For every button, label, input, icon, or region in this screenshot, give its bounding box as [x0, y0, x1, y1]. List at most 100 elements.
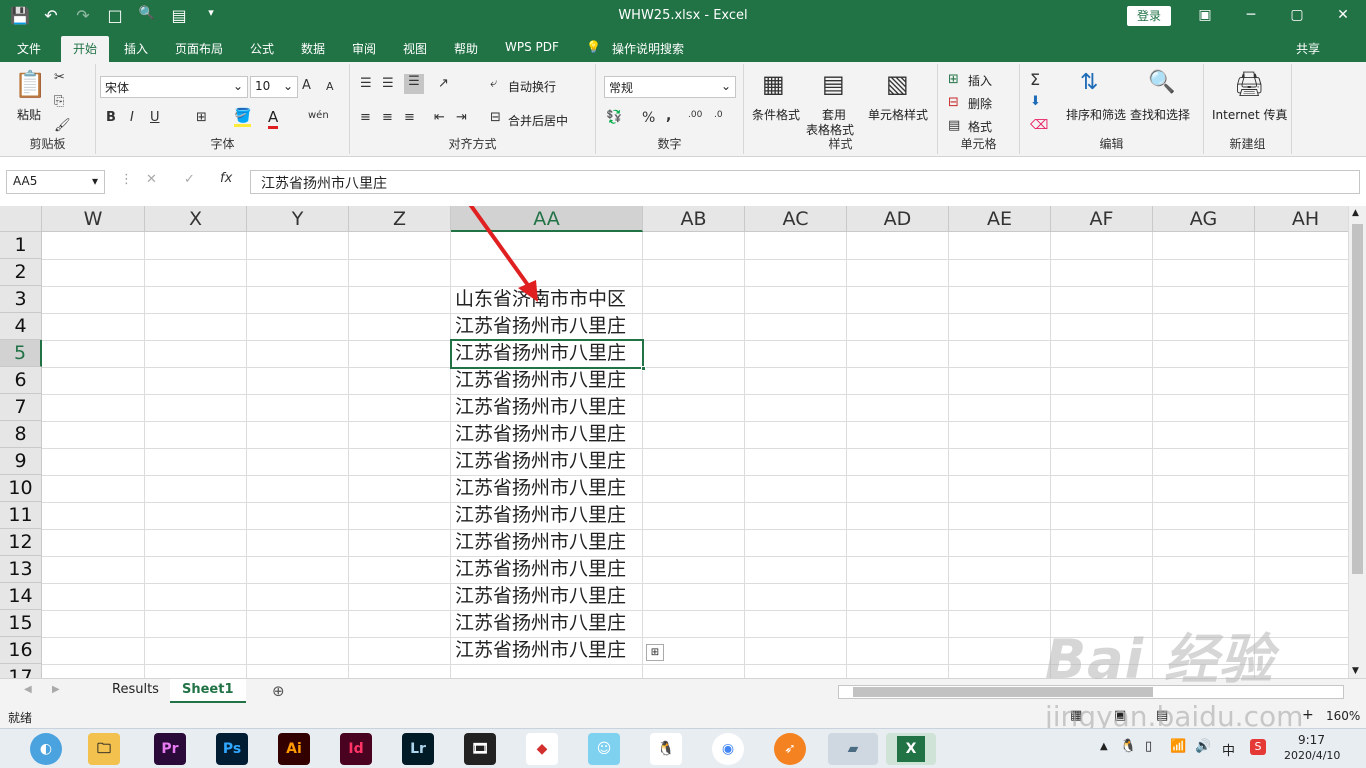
scroll-down-icon[interactable]: ▼ [1352, 666, 1359, 676]
align-top-icon[interactable]: ☰ [360, 76, 372, 91]
photoshop-icon[interactable]: Ps [216, 733, 248, 765]
tab-page-layout[interactable]: 页面布局 [175, 40, 223, 57]
chat-app-icon[interactable]: ☺ [588, 733, 620, 765]
fax-icon[interactable]: 🖨 [1234, 70, 1264, 98]
video-editor-icon[interactable]: 🎞 [464, 733, 496, 765]
tab-data[interactable]: 数据 [301, 40, 325, 57]
font-color-icon[interactable]: A [268, 108, 279, 129]
font-size-select[interactable]: 10 ⌄ [250, 76, 298, 98]
tray-qq-icon[interactable]: 🐧 [1120, 739, 1136, 754]
lightroom-icon[interactable]: Lr [402, 733, 434, 765]
tray-ime-indicator[interactable]: 中 [1222, 740, 1235, 759]
cell-styles-icon[interactable]: ▧ [886, 70, 909, 98]
excel-taskbar-icon[interactable]: X [886, 733, 936, 765]
qq-icon[interactable]: 🐧 [650, 733, 682, 765]
start-orb-icon[interactable]: ◐ [30, 733, 62, 765]
cell-styles-button[interactable]: 单元格样式 [868, 106, 928, 123]
italic-button[interactable]: I [130, 110, 134, 125]
find-select-button[interactable]: 查找和选择 [1130, 106, 1190, 123]
phonetic-icon[interactable]: wén [308, 110, 329, 121]
tab-wps-pdf[interactable]: WPS PDF [505, 40, 559, 54]
internet-fax-button[interactable]: Internet 传真 [1212, 106, 1287, 123]
next-sheet-icon[interactable]: ▶ [52, 684, 60, 695]
tab-formulas[interactable]: 公式 [250, 40, 274, 57]
tab-home[interactable]: 开始 [61, 36, 110, 62]
file-explorer-icon[interactable]: 🗀 [88, 733, 120, 765]
bold-button[interactable]: B [106, 110, 116, 125]
indesign-icon[interactable]: Id [340, 733, 372, 765]
sheet-tab-sheet1[interactable]: Sheet1 [170, 679, 246, 703]
format-painter-icon[interactable]: 🖌 [54, 118, 71, 133]
minimize-button[interactable]: ─ [1228, 0, 1274, 30]
share-button[interactable]: 共享 [1296, 40, 1320, 57]
insert-cells-button[interactable]: 插入 [968, 72, 992, 89]
copy-icon[interactable]: ⎘ [54, 94, 64, 109]
percent-button[interactable]: % [642, 110, 655, 126]
tray-expand-icon[interactable]: ▲ [1100, 741, 1108, 752]
conditional-format-icon[interactable]: ▦ [762, 70, 785, 98]
tell-me-search[interactable]: 操作说明搜索 [612, 40, 684, 57]
cut-icon[interactable]: ✂ [54, 70, 65, 85]
zoom-in-icon[interactable]: + [1302, 707, 1314, 723]
increase-indent-icon[interactable]: ⇥ [456, 110, 467, 125]
paste-button[interactable]: 粘贴 [17, 106, 41, 123]
tab-help[interactable]: 帮助 [454, 40, 478, 57]
ribbon-display-icon[interactable]: ▣ [1182, 0, 1228, 30]
align-right-icon[interactable]: ≡ [404, 110, 415, 125]
cancel-icon[interactable]: ✕ [146, 172, 157, 187]
format-cells-icon[interactable]: ▤ [948, 118, 960, 133]
vertical-scrollbar[interactable]: ▲ ▼ [1348, 206, 1366, 678]
find-select-icon[interactable]: 🔍 [1148, 70, 1175, 95]
app-icon[interactable]: ◆ [526, 733, 558, 765]
orientation-icon[interactable]: ↗ [438, 76, 449, 91]
delete-cells-button[interactable]: 删除 [968, 95, 992, 112]
tray-battery-icon[interactable]: ▯ [1145, 739, 1152, 754]
autosum-icon[interactable]: Σ [1030, 70, 1040, 89]
tab-file[interactable]: 文件 [17, 40, 41, 57]
grow-font-icon[interactable]: A [302, 78, 311, 93]
sheet-tab-results[interactable]: Results [100, 679, 171, 703]
clock-time[interactable]: 9:17 [1298, 733, 1325, 747]
conditional-format-button[interactable]: 条件格式 [752, 106, 800, 123]
login-button[interactable]: 登录 [1127, 6, 1171, 26]
underline-button[interactable]: U [150, 110, 160, 125]
tray-network-icon[interactable]: 📶 [1170, 739, 1186, 754]
merge-center-button[interactable]: 合并后居中 [508, 112, 568, 129]
format-cells-button[interactable]: 格式 [968, 118, 992, 135]
decrease-decimal-icon[interactable]: .0 [714, 110, 723, 120]
sort-filter-button[interactable]: 排序和筛选 [1066, 106, 1126, 123]
number-format-select[interactable]: 常规 ⌄ [604, 76, 736, 98]
font-name-select[interactable]: 宋体 ⌄ [100, 76, 248, 98]
sort-filter-icon[interactable]: ⇅ [1080, 70, 1098, 95]
delete-cells-icon[interactable]: ⊟ [948, 95, 959, 110]
name-box[interactable]: AA5 ▾ [6, 170, 105, 194]
wrap-text-icon[interactable]: ⤶ [490, 76, 497, 91]
tray-volume-icon[interactable]: 🔊 [1195, 739, 1211, 754]
decrease-indent-icon[interactable]: ⇤ [434, 110, 445, 125]
comma-button[interactable]: , [666, 108, 671, 124]
tab-review[interactable]: 审阅 [352, 40, 376, 57]
paste-icon[interactable]: 📋 [14, 70, 46, 100]
enter-icon[interactable]: ✓ [184, 172, 195, 187]
tab-view[interactable]: 视图 [403, 40, 427, 57]
increase-decimal-icon[interactable]: .00 [688, 110, 702, 120]
clear-icon[interactable]: ⌫ [1030, 118, 1048, 133]
formula-input[interactable]: 江苏省扬州市八里庄 [250, 170, 1360, 194]
format-table-icon[interactable]: ▤ [822, 70, 845, 98]
zoom-level[interactable]: 160% [1326, 709, 1360, 723]
scroll-up-icon[interactable]: ▲ [1352, 208, 1359, 218]
scroll-thumb[interactable] [1352, 224, 1363, 574]
notes-icon[interactable]: ▰ [828, 733, 878, 765]
currency-icon[interactable]: 💱 [606, 110, 622, 125]
prev-sheet-icon[interactable]: ◀ [24, 684, 32, 695]
add-sheet-icon[interactable]: ⊕ [272, 682, 285, 700]
wrap-text-button[interactable]: 自动换行 [508, 78, 556, 95]
maximize-button[interactable]: ▢ [1274, 0, 1320, 30]
merge-center-icon[interactable]: ⊟ [490, 110, 501, 125]
close-button[interactable]: ✕ [1320, 0, 1366, 30]
shrink-font-icon[interactable]: A [326, 80, 334, 93]
clock-date[interactable]: 2020/4/10 [1284, 749, 1340, 762]
align-left-icon[interactable]: ≡ [360, 110, 371, 125]
align-bottom-icon[interactable]: ☰ [404, 74, 424, 94]
sogou-ime-icon[interactable]: S [1250, 739, 1266, 755]
